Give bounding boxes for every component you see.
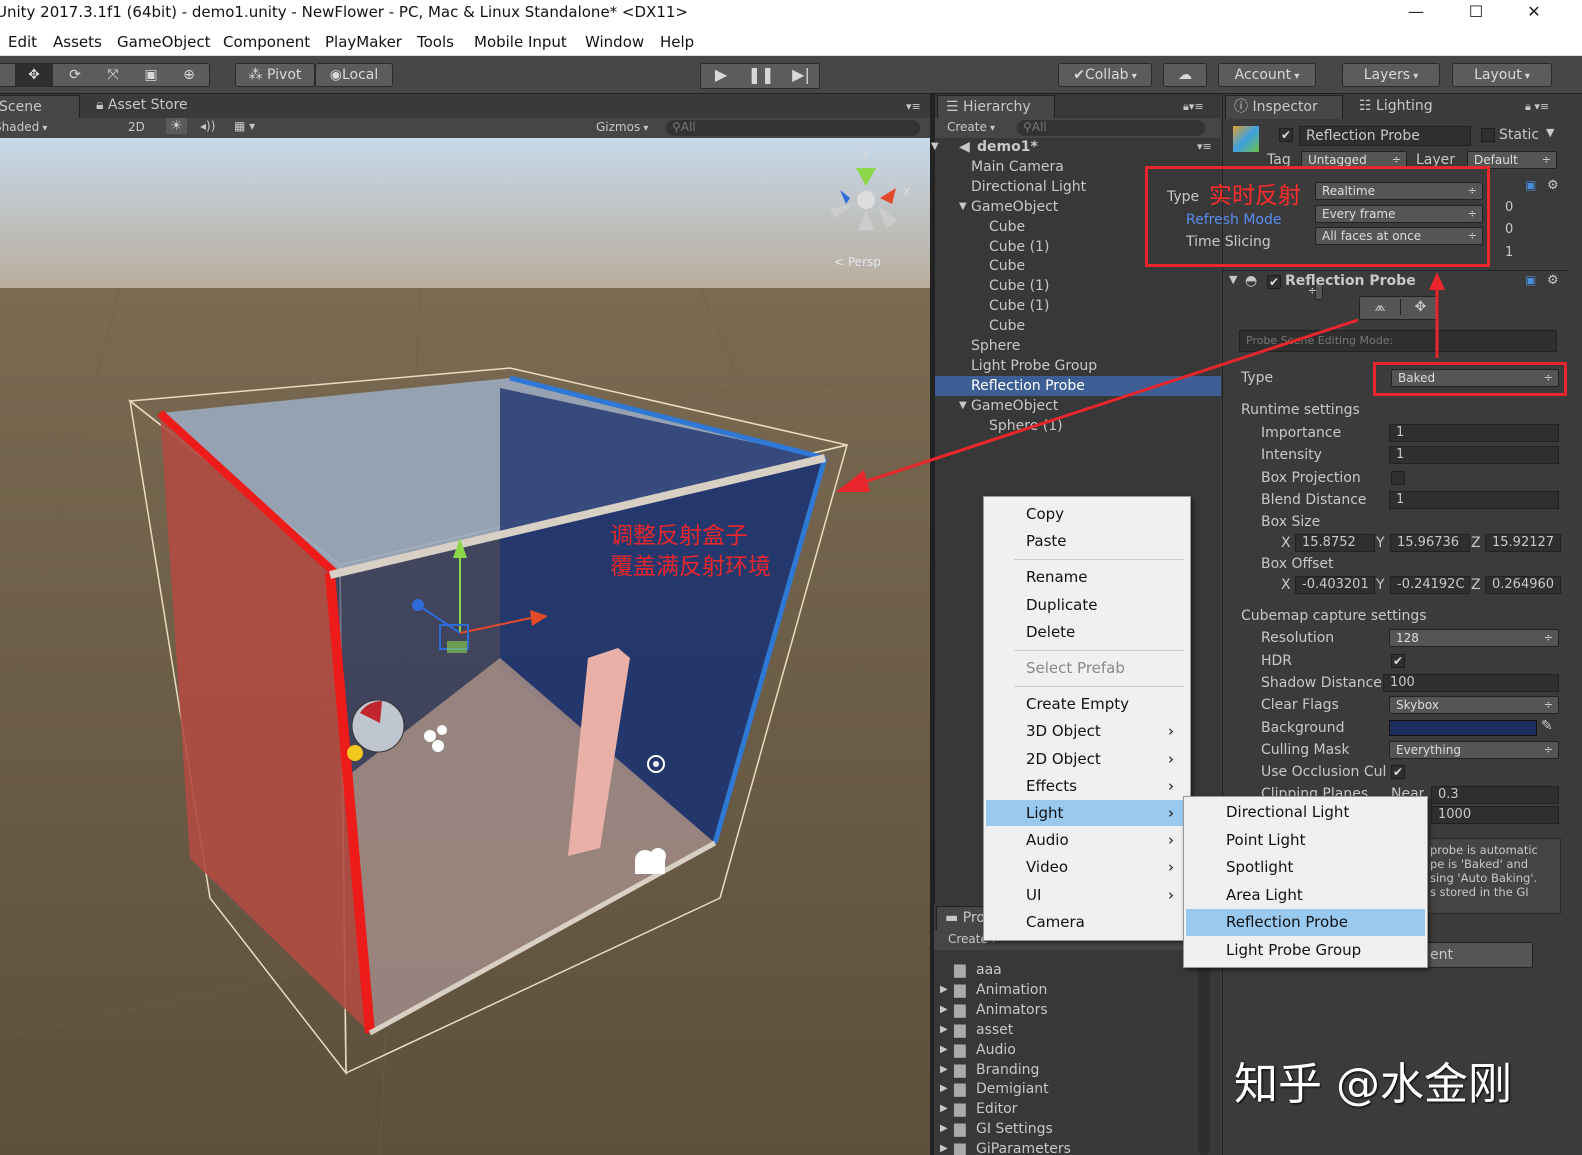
context-menu-item[interactable]: UI › [986, 882, 1188, 908]
context-menu-item[interactable]: 2D Object › [986, 746, 1188, 772]
submenu-item[interactable]: Directional Light [1186, 799, 1425, 826]
submenu-arrow-icon: › [1168, 722, 1174, 741]
context-menu-item[interactable]: Copy [986, 501, 1188, 527]
context-menu: Copy Paste Rename Duplicate Delete Select Pre… [983, 496, 1191, 941]
context-menu-item[interactable]: Video › [986, 854, 1188, 880]
menu-item-label: Video [1026, 858, 1069, 877]
watermark: 知乎 @水金刚 [1234, 1059, 1512, 1110]
context-menu-item[interactable]: Light › [986, 800, 1188, 826]
annotation-arrows [836, 272, 1445, 920]
submenu-arrow-icon: › [1168, 885, 1174, 904]
submenu-item-label: Area Light [1226, 885, 1303, 904]
context-menu-item[interactable]: Camera [986, 909, 1188, 935]
menu-separator [1014, 686, 1184, 688]
menu-item-label: Create Empty [1026, 695, 1129, 714]
menu-item-label: 2D Object [1026, 749, 1101, 768]
arrow-head-box [836, 470, 870, 492]
submenu-item[interactable]: Area Light [1186, 882, 1425, 909]
menu-item-label: Rename [1026, 568, 1088, 587]
submenu-item[interactable]: Point Light [1186, 827, 1425, 854]
menu-item-label: Duplicate [1026, 595, 1098, 614]
menu-item-label: Camera [1026, 912, 1085, 931]
arrow-head-up [1429, 272, 1445, 290]
context-menu-item[interactable]: Delete [986, 619, 1188, 645]
submenu-arrow-icon: › [1168, 804, 1174, 822]
context-menu-item[interactable]: Duplicate [986, 592, 1188, 618]
light-submenu: Directional Light Point Light Spotlight Are… [1183, 796, 1428, 968]
menu-item-label: UI [1026, 885, 1042, 904]
menu-item-label: Light [1026, 804, 1064, 822]
submenu-arrow-icon: › [1168, 858, 1174, 877]
submenu-arrow-icon: › [1168, 749, 1174, 768]
context-menu-item[interactable]: Audio › [986, 827, 1188, 853]
context-menu-item[interactable]: Paste [986, 528, 1188, 554]
arrow-to-box [851, 318, 1359, 488]
submenu-item[interactable]: Light Probe Group [1186, 937, 1425, 964]
menu-item-label: Paste [1026, 532, 1067, 551]
menu-item-label: Delete [1026, 622, 1076, 641]
submenu-item-label: Spotlight [1226, 858, 1294, 876]
submenu-item-label: Point Light [1226, 830, 1306, 849]
submenu-arrow-icon: › [1168, 776, 1174, 795]
menu-item-label: Select Prefab [1026, 659, 1125, 677]
context-menu-item[interactable]: Rename [986, 564, 1188, 590]
menu-item-label: Effects [1026, 776, 1077, 795]
submenu-item-label: Light Probe Group [1226, 940, 1362, 959]
context-menu-item: Select Prefab [986, 655, 1188, 681]
submenu-item[interactable]: Spotlight [1186, 854, 1425, 881]
menu-separator [1014, 650, 1184, 651]
menu-separator [1014, 559, 1184, 561]
submenu-item-label: Reflection Probe [1226, 913, 1348, 931]
context-menu-item[interactable]: 3D Object › [986, 718, 1188, 744]
menu-item-label: 3D Object [1026, 722, 1101, 741]
submenu-arrow-icon: › [1168, 831, 1174, 850]
context-menu-item[interactable]: Create Empty [986, 691, 1188, 717]
context-menu-item[interactable]: Effects › [986, 773, 1188, 799]
menu-item-label: Audio [1026, 831, 1069, 850]
submenu-item-label: Directional Light [1226, 803, 1350, 821]
submenu-item[interactable]: Reflection Probe [1186, 909, 1425, 936]
menu-item-label: Copy [1026, 505, 1065, 523]
